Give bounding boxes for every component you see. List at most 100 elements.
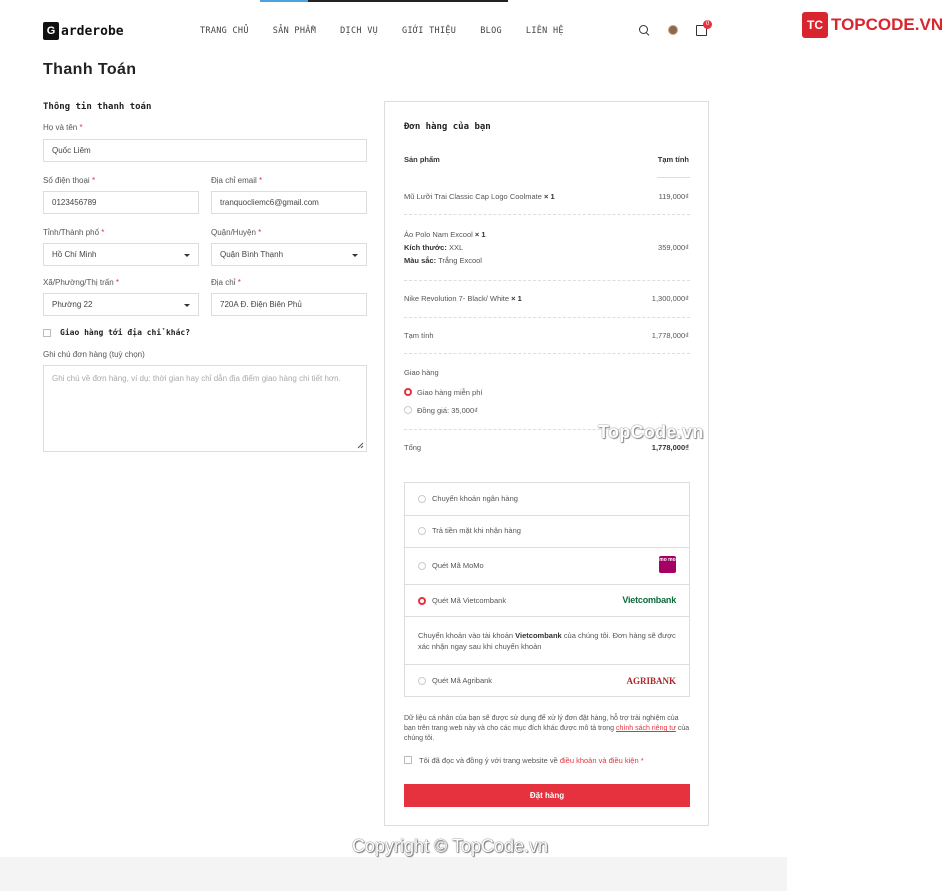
ward-select[interactable]: Phường 22 xyxy=(43,293,199,316)
full-name-input[interactable]: Quốc Liêm xyxy=(43,139,367,162)
order-notes-placeholder: Ghi chú về đơn hàng, ví dụ: thời gian ha… xyxy=(52,374,341,383)
item-color: Trắng Excool xyxy=(438,256,482,265)
email-label: Địa chỉ email * xyxy=(211,176,263,185)
topcode-logo-icon: TC xyxy=(802,12,828,38)
pay-momo-radio[interactable] xyxy=(418,562,426,570)
place-order-button[interactable]: Đặt hàng xyxy=(404,784,690,807)
item-size: XXL xyxy=(448,243,464,252)
terms-label: Tôi đã đọc và đồng ý với trang website v… xyxy=(419,756,644,765)
ship-other-checkbox[interactable] xyxy=(43,329,51,337)
page-title: Thanh Toán xyxy=(43,61,137,78)
payment-divider xyxy=(405,664,689,665)
district-select[interactable]: Quận Bình Thạnh xyxy=(211,243,367,266)
site-logo[interactable]: G arderobe xyxy=(43,22,124,40)
cart-icon[interactable]: 0 xyxy=(696,19,712,36)
payment-divider xyxy=(405,547,689,548)
shipping-label: Giao hàng xyxy=(404,368,439,377)
item-price: 119,000₫ xyxy=(658,192,689,201)
shipping-flat-label[interactable]: Đồng giá: 35,000₫ xyxy=(417,406,478,415)
resize-grip-icon[interactable] xyxy=(357,442,364,449)
item-qty: × 1 xyxy=(474,230,486,239)
phone-label: Số điện thoại * xyxy=(43,176,96,185)
item-divider xyxy=(404,280,690,281)
subtotal-value: 1,778,000₫ xyxy=(651,331,689,340)
cart-count-badge: 0 xyxy=(703,19,712,29)
momo-logo: mo mo xyxy=(659,556,676,573)
shipping-free-radio[interactable] xyxy=(404,388,412,396)
search-icon[interactable] xyxy=(638,24,650,36)
order-summary-panel: Đơn hàng của bạn Sản phẩm Tạm tính Mũ Lư… xyxy=(384,101,709,826)
order-item: Áo Polo Nam Excool × 1 Kích thước: XXL M… xyxy=(404,228,486,267)
item-price: 359,000₫ xyxy=(658,243,689,252)
logo-text: arderobe xyxy=(61,23,124,39)
district-label: Quận/Huyện * xyxy=(211,228,262,237)
pay-momo-label[interactable]: Quét Mã MoMo xyxy=(432,561,484,570)
payment-divider xyxy=(405,515,689,516)
footer-bar xyxy=(0,857,787,891)
terms-checkbox[interactable] xyxy=(404,756,412,764)
topcode-brand-watermark: TC TOPCODE.VN xyxy=(802,12,943,38)
topcode-watermark: TopCode.vn xyxy=(598,422,704,442)
item-qty: × 1 xyxy=(544,192,555,201)
ship-other-label[interactable]: Giao hàng tới địa chỉ khác? xyxy=(60,328,190,337)
item-divider xyxy=(404,317,690,318)
pay-vcb-label[interactable]: Quét Mã Vietcombank xyxy=(432,596,506,605)
order-item: Nike Revolution 7- Black/ White × 1 xyxy=(404,294,522,303)
nav-item-services[interactable]: DỊCH VỤ xyxy=(340,26,378,36)
nav-item-home[interactable]: TRANG CHỦ xyxy=(200,26,249,36)
topcode-brand-text: TOPCODE.VN xyxy=(831,15,944,34)
col-subtotal-header: Tạm tính xyxy=(657,155,689,164)
subtotal-label: Tạm tính xyxy=(404,331,434,340)
address-label: Địa chỉ * xyxy=(211,278,241,287)
notes-label: Ghi chú đơn hàng (tuỳ chọn) xyxy=(43,350,145,359)
main-nav: TRANG CHỦ SẢN PHẨM DỊCH VỤ GIỚI THIỆU BL… xyxy=(200,26,564,36)
header-divider xyxy=(657,177,690,178)
vietcombank-logo: Vietcombank xyxy=(622,595,676,605)
pay-agribank-radio[interactable] xyxy=(418,677,426,685)
avatar[interactable] xyxy=(668,25,678,35)
logo-icon: G xyxy=(43,22,59,40)
terms-link[interactable]: điều khoản và điều kiện xyxy=(560,756,639,765)
total-label: Tổng xyxy=(404,443,422,452)
vcb-description: Chuyển khoản vào tài khoản Vietcombank c… xyxy=(418,631,676,651)
order-notes-textarea[interactable]: Ghi chú về đơn hàng, ví dụ: thời gian ha… xyxy=(43,365,367,452)
payment-divider xyxy=(405,616,689,617)
pay-agribank-label[interactable]: Quét Mã Agribank xyxy=(432,676,492,685)
payment-divider xyxy=(405,584,689,585)
shipping-flat-radio[interactable] xyxy=(404,406,412,414)
pay-cod-label[interactable]: Trả tiền mặt khi nhận hàng xyxy=(432,526,521,535)
pay-bank-label[interactable]: Chuyển khoản ngân hàng xyxy=(432,494,518,503)
address-input[interactable]: 720A Đ. Điện Biên Phủ xyxy=(211,293,367,316)
item-name: Nike Revolution 7- Black/ White xyxy=(404,294,510,303)
total-value: 1,778,000₫ xyxy=(651,443,689,452)
shipping-free-label[interactable]: Giao hàng miễn phí xyxy=(417,388,482,397)
item-price: 1,300,000₫ xyxy=(651,294,689,303)
pay-vcb-radio[interactable] xyxy=(418,597,426,605)
nav-item-contact[interactable]: LIÊN HỆ xyxy=(526,26,564,36)
billing-section-title: Thông tin thanh toán xyxy=(43,102,152,112)
item-name: Mũ Lưỡi Trai Classic Cap Logo Coolmate xyxy=(404,192,542,201)
nav-item-about[interactable]: GIỚI THIỆU xyxy=(402,26,456,36)
page-progress-bar xyxy=(260,0,508,2)
page-progress-fill xyxy=(260,0,308,2)
nav-item-products[interactable]: SẢN PHẨM xyxy=(273,26,316,36)
header-actions: 0 xyxy=(638,19,712,36)
pay-bank-radio[interactable] xyxy=(418,495,426,503)
name-label: Họ và tên * xyxy=(43,123,83,132)
nav-item-blog[interactable]: BLOG xyxy=(480,26,502,36)
privacy-policy-link[interactable]: chính sách riêng tư xyxy=(616,725,676,732)
item-size-label: Kích thước: xyxy=(404,243,447,252)
copyright-watermark: Copyright © TopCode.vn xyxy=(352,836,549,856)
province-select[interactable]: Hồ Chí Minh xyxy=(43,243,199,266)
item-name: Áo Polo Nam Excool xyxy=(404,230,473,239)
privacy-notice: Dữ liệu cá nhân của bạn sẽ được sử dụng … xyxy=(404,715,690,742)
ward-label: Xã/Phường/Thị trấn * xyxy=(43,278,119,287)
pay-cod-radio[interactable] xyxy=(418,527,426,535)
agribank-logo: AGRIBANK xyxy=(626,676,676,686)
province-label: Tỉnh/Thành phố * xyxy=(43,228,105,237)
col-product-header: Sản phẩm xyxy=(404,155,440,164)
phone-input[interactable]: 0123456789 xyxy=(43,191,199,214)
item-color-label: Màu sắc: xyxy=(404,256,437,265)
email-input[interactable]: tranquocliemc6@gmail.com xyxy=(211,191,367,214)
order-item: Mũ Lưỡi Trai Classic Cap Logo Coolmate ×… xyxy=(404,192,555,201)
